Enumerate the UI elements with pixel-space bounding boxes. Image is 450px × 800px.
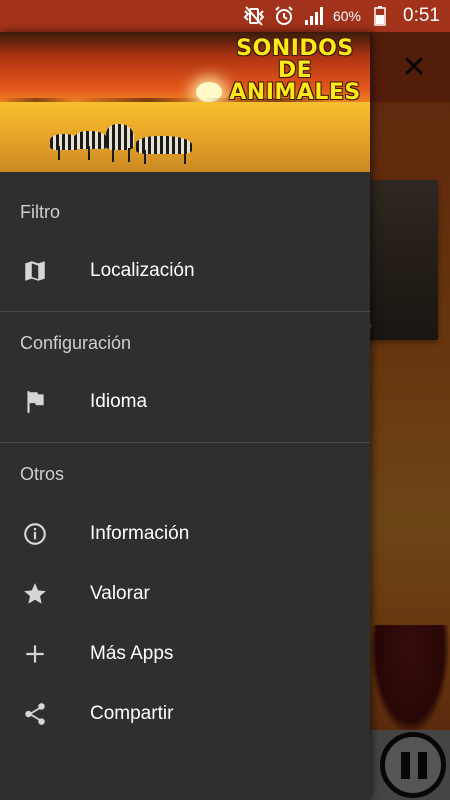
share-icon bbox=[0, 684, 70, 744]
divider bbox=[0, 442, 370, 443]
navigation-drawer: SONIDOS DE ANIMALES Filtro Localización … bbox=[0, 32, 370, 800]
section-title-filtro: Filtro bbox=[20, 202, 60, 222]
menu-item-localizacion[interactable]: Localización bbox=[0, 241, 370, 301]
mute-vibrate-icon bbox=[243, 5, 265, 27]
signal-icon bbox=[303, 5, 325, 27]
title-line-2: DE bbox=[277, 58, 313, 83]
drawer-header-image: SONIDOS DE ANIMALES bbox=[0, 32, 370, 172]
alarm-icon bbox=[273, 5, 295, 27]
menu-item-label: Compartir bbox=[90, 703, 174, 724]
menu-item-idioma[interactable]: Idioma bbox=[0, 372, 370, 432]
divider bbox=[0, 311, 370, 312]
clock: 0:51 bbox=[403, 5, 440, 26]
plus-icon bbox=[0, 624, 70, 684]
menu-item-informacion[interactable]: Información bbox=[0, 504, 370, 564]
flag-icon bbox=[0, 372, 70, 432]
menu-item-valorar[interactable]: Valorar bbox=[0, 564, 370, 624]
section-title-otros: Otros bbox=[20, 464, 65, 484]
section-title-configuracion: Configuración bbox=[20, 333, 132, 353]
title-line-3: ANIMALES bbox=[229, 80, 361, 105]
star-icon bbox=[0, 564, 70, 624]
menu-item-compartir[interactable]: Compartir bbox=[0, 684, 370, 744]
app-logo-title: SONIDOS DE ANIMALES bbox=[222, 38, 368, 104]
menu-item-label: Más Apps bbox=[90, 643, 174, 664]
battery-percent: 60% bbox=[332, 8, 362, 24]
menu-item-label: Valorar bbox=[90, 583, 150, 604]
status-bar: 60% 0:51 bbox=[0, 0, 450, 32]
info-icon bbox=[0, 504, 70, 564]
menu-item-mas-apps[interactable]: Más Apps bbox=[0, 624, 370, 684]
title-line-1: SONIDOS bbox=[236, 36, 354, 61]
menu-item-label: Localización bbox=[90, 260, 195, 281]
battery-icon bbox=[369, 5, 391, 27]
menu-item-label: Idioma bbox=[90, 391, 148, 412]
map-icon bbox=[0, 241, 70, 301]
menu-item-label: Información bbox=[90, 523, 190, 544]
